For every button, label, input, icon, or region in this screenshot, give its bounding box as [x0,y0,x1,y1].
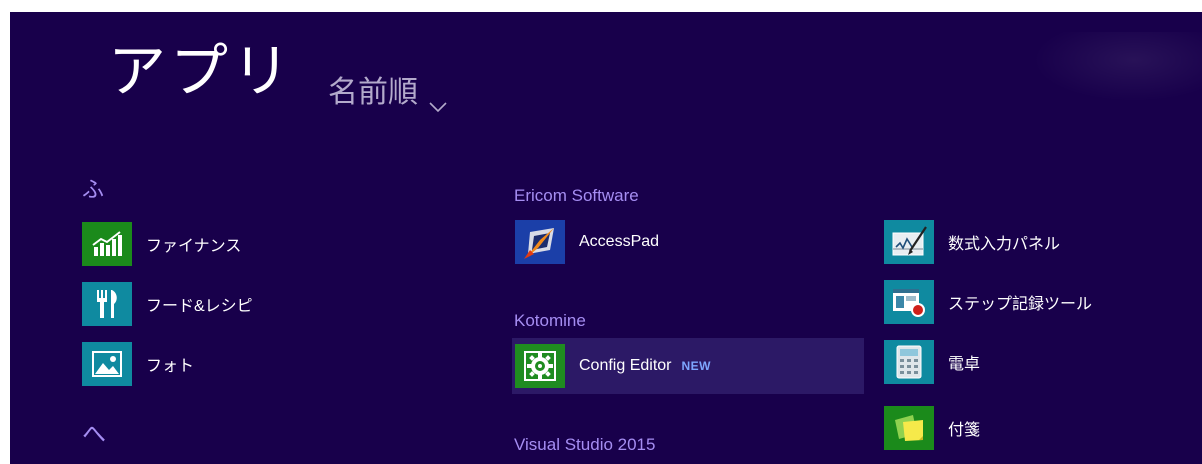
new-badge: NEW [681,359,711,373]
photo-icon [82,342,132,386]
sticky-notes-icon [884,406,934,450]
app-label-accesspad: AccessPad [579,233,660,250]
group-header-fu[interactable]: ふ [82,179,104,201]
accesspad-icon [515,220,565,264]
app-calculator[interactable]: 電卓 [884,334,980,390]
background-glare [1032,32,1202,102]
app-label-math-input-panel: 数式入力パネル [948,236,1061,253]
app-photos[interactable]: フォト [82,336,194,392]
chevron-down-icon [428,89,448,113]
group-header-he[interactable]: へ [82,422,106,446]
math-input-icon [884,220,934,264]
group-header-kotomine[interactable]: Kotomine [514,312,586,329]
app-steps-recorder[interactable]: ステップ記録ツール [884,274,1092,330]
app-config-editor[interactable]: Config Editor NEW [512,338,864,394]
app-math-input-panel[interactable]: 数式入力パネル [884,214,1060,270]
app-food-recipe[interactable]: フード&レシピ [82,276,253,332]
start-screen-apps-view: アプリ 名前順 ふ ファイナンス フード&レシピ フォト へ Ericom So… [10,12,1202,464]
sort-order-dropdown[interactable]: 名前順 [328,75,448,113]
app-label-food-recipe: フード&レシピ [146,298,253,315]
steps-recorder-icon [884,280,934,324]
app-label-photos: フォト [146,358,195,375]
app-label-sticky-notes: 付箋 [948,422,981,439]
app-label-calculator: 電卓 [948,356,981,373]
fork-knife-icon [82,282,132,326]
app-sticky-notes[interactable]: 付箋 [884,400,980,456]
app-finance[interactable]: ファイナンス [82,216,241,272]
group-header-visual-studio-2015[interactable]: Visual Studio 2015 [514,436,655,453]
group-header-ericom-software[interactable]: Ericom Software [514,187,639,204]
calculator-icon [884,340,934,384]
app-label-steps-recorder: ステップ記録ツール [948,296,1093,313]
app-label-finance: ファイナンス [146,238,242,255]
page-title: アプリ [108,37,295,105]
app-accesspad[interactable]: AccessPad [512,214,864,270]
app-label-config-editor: Config Editor [579,357,672,374]
gear-icon [515,344,565,388]
sort-order-label: 名前順 [328,75,418,110]
finance-chart-icon [82,222,132,266]
